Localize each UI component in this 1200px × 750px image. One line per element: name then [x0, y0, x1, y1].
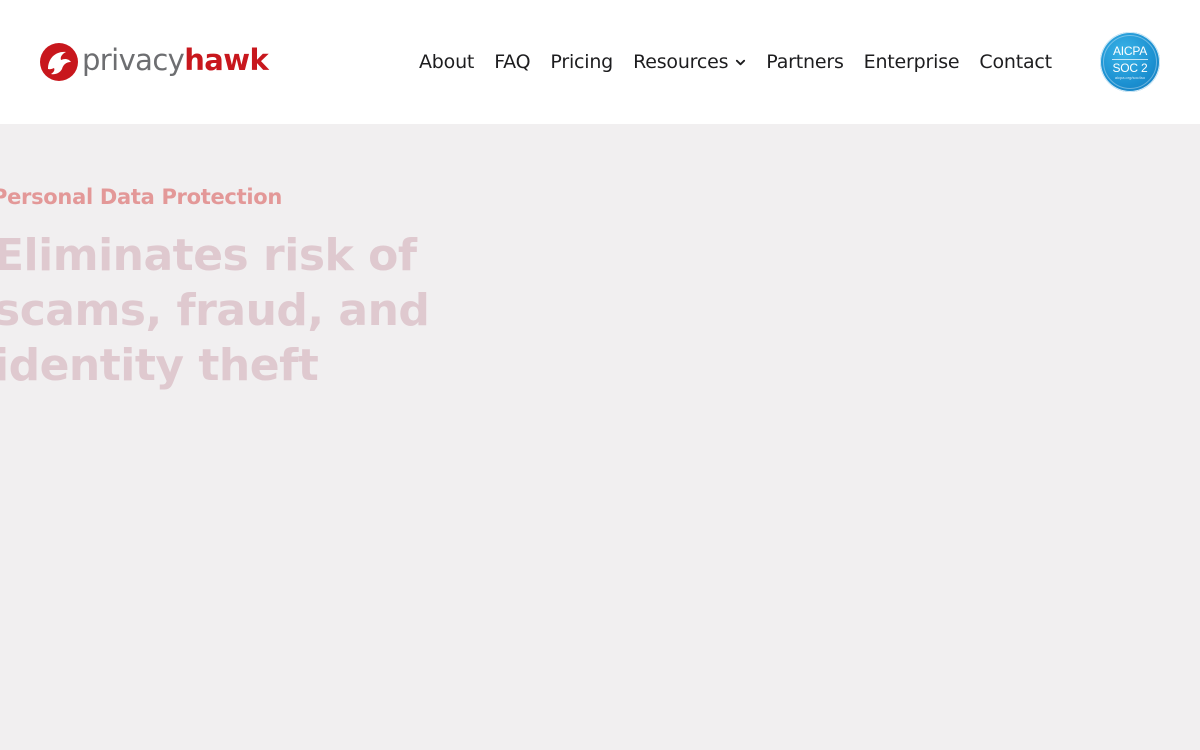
- hawk-logo-icon: [40, 43, 78, 81]
- aicpa-soc2-badge[interactable]: AICPA SOC 2 aicpa.org/soc4so: [1100, 32, 1160, 92]
- nav-resources[interactable]: Resources: [633, 51, 746, 73]
- nav-partners[interactable]: Partners: [766, 51, 844, 73]
- nav-faq[interactable]: FAQ: [494, 51, 530, 73]
- hero-headline-line: Eliminates risk of: [0, 230, 417, 281]
- main-nav: About FAQ Pricing Resources Partners Ent…: [419, 48, 1052, 76]
- brand-logo[interactable]: privacyhawk: [38, 40, 269, 84]
- brand-wordmark: privacyhawk: [82, 42, 269, 77]
- nav-about[interactable]: About: [419, 51, 474, 73]
- hero-headline: Eliminates risk of scams, fraud, and ide…: [0, 228, 430, 393]
- nav-enterprise[interactable]: Enterprise: [864, 51, 960, 73]
- hero-eyebrow: Personal Data Protection: [0, 185, 282, 209]
- hero-headline-line: scams, fraud, and: [0, 285, 430, 336]
- badge-line3: aicpa.org/soc4so: [1114, 74, 1146, 80]
- chevron-down-icon: [736, 59, 746, 65]
- nav-pricing[interactable]: Pricing: [550, 51, 613, 73]
- hero-headline-line: identity theft: [0, 340, 319, 391]
- site-header: privacyhawk About FAQ Pricing Resources …: [0, 0, 1200, 124]
- badge-ring: [1103, 35, 1157, 89]
- nav-contact[interactable]: Contact: [979, 51, 1052, 73]
- hero-section: Personal Data Protection Eliminates risk…: [0, 124, 1200, 750]
- nav-resources-label: Resources: [633, 51, 729, 73]
